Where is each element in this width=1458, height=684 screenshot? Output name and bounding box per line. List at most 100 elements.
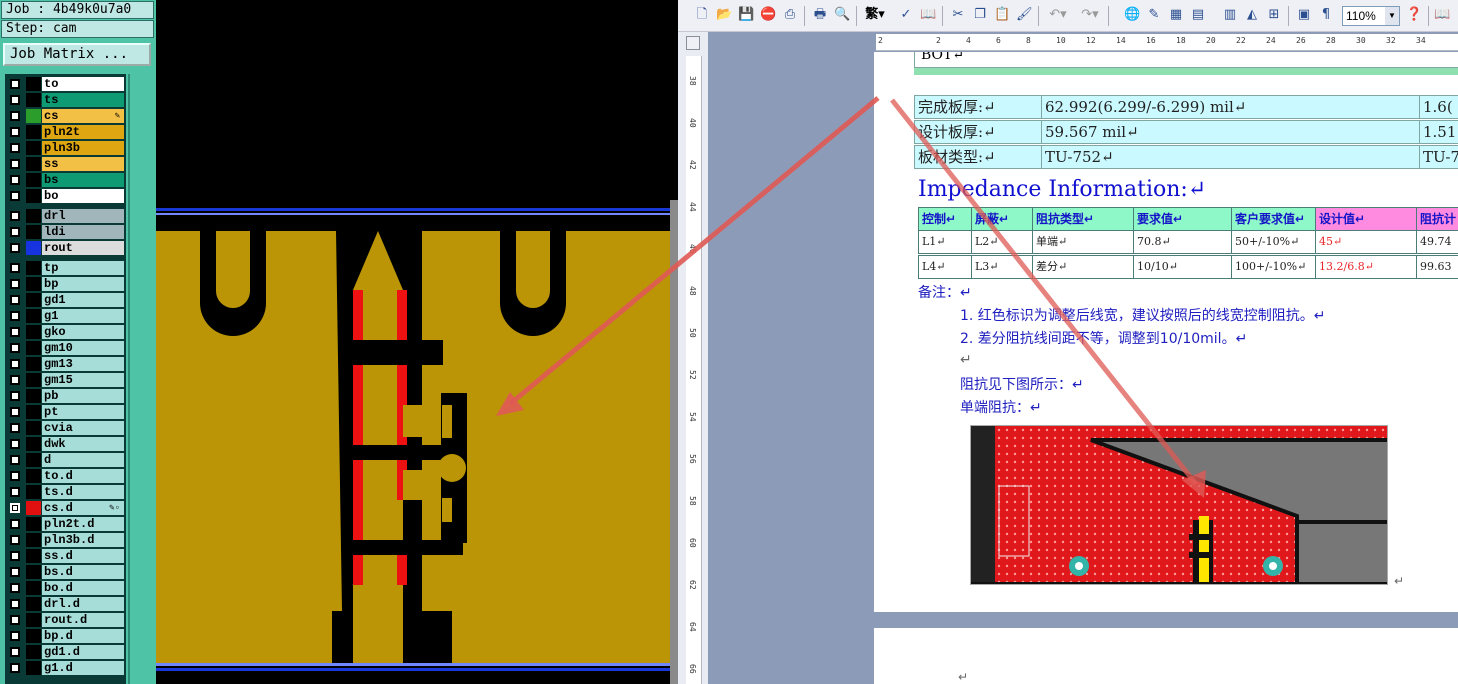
layer-checkbox[interactable]	[10, 391, 20, 401]
layer-row[interactable]: ts.d	[6, 484, 125, 500]
layer-name[interactable]: bs	[42, 173, 124, 187]
layer-color-swatch[interactable]	[26, 189, 41, 203]
simplified-traditional-icon[interactable]: 繁▾	[864, 7, 886, 23]
layer-row[interactable]: pb	[6, 388, 125, 404]
layer-row[interactable]: pln2t.d	[6, 516, 125, 532]
pcb-screenshot-figure[interactable]	[970, 425, 1388, 585]
layer-color-swatch[interactable]	[26, 549, 41, 563]
layer-panel-scroll-strip[interactable]	[128, 74, 154, 684]
insert-excel-icon[interactable]: ▤	[1190, 7, 1206, 23]
layer-color-swatch[interactable]	[26, 77, 41, 91]
layer-checkbox[interactable]	[10, 407, 20, 417]
layer-color-swatch[interactable]	[26, 389, 41, 403]
layer-row[interactable]: ldi	[6, 224, 125, 240]
layer-name[interactable]: dwk	[42, 437, 124, 451]
layer-name[interactable]: gm15	[42, 373, 124, 387]
layer-checkbox[interactable]	[10, 343, 20, 353]
research-icon[interactable]: 📖	[920, 7, 936, 23]
print-preview-icon[interactable]: 🔍	[834, 7, 850, 23]
layer-name[interactable]: rout.d	[42, 613, 124, 627]
layer-name[interactable]: pb	[42, 389, 124, 403]
layer-color-swatch[interactable]	[26, 645, 41, 659]
permission-icon[interactable]: ⛔	[760, 7, 776, 23]
insert-table-icon[interactable]: ▦	[1168, 7, 1184, 23]
layer-row[interactable]: bp.d	[6, 628, 125, 644]
drawing-icon[interactable]: ◭	[1244, 7, 1260, 23]
layer-row[interactable]: bo.d	[6, 580, 125, 596]
vertical-ruler[interactable]: 38 40 42 44 46 48 50 52 54 56 58 60 62 64 66	[686, 56, 702, 684]
layer-name[interactable]: gd1.d	[42, 645, 124, 659]
layer-color-swatch[interactable]	[26, 261, 41, 275]
layer-checkbox[interactable]	[10, 191, 20, 201]
layer-row[interactable]: dwk	[6, 436, 125, 452]
format-painter-icon[interactable]: 🖌	[1016, 7, 1033, 23]
chevron-down-icon[interactable]: ▼	[1385, 7, 1399, 25]
layer-row[interactable]: ts	[6, 92, 125, 108]
layer-checkbox[interactable]	[10, 143, 20, 153]
layer-name[interactable]: cs.d ✎▫	[42, 501, 124, 515]
layer-checkbox[interactable]	[10, 663, 20, 673]
cam-graphics-canvas[interactable]	[156, 0, 678, 684]
layer-color-swatch[interactable]	[26, 517, 41, 531]
layer-color-swatch[interactable]	[26, 141, 41, 155]
layer-name[interactable]: d	[42, 453, 124, 467]
layer-row[interactable]: tp	[6, 260, 125, 276]
layer-color-swatch[interactable]	[26, 453, 41, 467]
layer-color-swatch[interactable]	[26, 629, 41, 643]
layer-name[interactable]: ss.d	[42, 549, 124, 563]
layer-row[interactable]: gko	[6, 324, 125, 340]
layer-color-swatch[interactable]	[26, 225, 41, 239]
layer-row[interactable]: g1	[6, 308, 125, 324]
layer-name[interactable]: bp	[42, 277, 124, 291]
layer-checkbox[interactable]	[10, 227, 20, 237]
layer-checkbox[interactable]	[10, 359, 20, 369]
layer-color-swatch[interactable]	[26, 533, 41, 547]
layer-color-swatch[interactable]	[26, 93, 41, 107]
layer-checkbox[interactable]	[10, 551, 20, 561]
layer-name[interactable]: pln2t.d	[42, 517, 124, 531]
document-page-2[interactable]: ↵	[874, 628, 1458, 684]
layer-color-swatch[interactable]	[26, 357, 41, 371]
layer-color-swatch[interactable]	[26, 581, 41, 595]
layer-name[interactable]: gm10	[42, 341, 124, 355]
layer-checkbox[interactable]	[10, 455, 20, 465]
save-icon[interactable]: 💾	[738, 7, 754, 23]
spell-check-icon[interactable]: ✓	[898, 7, 914, 23]
layer-color-swatch[interactable]	[26, 125, 41, 139]
layer-name[interactable]: gko	[42, 325, 124, 339]
layer-checkbox[interactable]	[10, 127, 20, 137]
layer-row[interactable]: bp	[6, 276, 125, 292]
layer-checkbox[interactable]	[10, 211, 20, 221]
redo-icon[interactable]: ↷▾	[1078, 7, 1102, 23]
layer-checkbox[interactable]	[10, 631, 20, 641]
columns-icon[interactable]: ▥	[1222, 7, 1238, 23]
layer-name[interactable]: bs.d	[42, 565, 124, 579]
layer-checkbox[interactable]	[10, 567, 20, 577]
layer-color-swatch[interactable]	[26, 597, 41, 611]
layer-row[interactable]: pt	[6, 404, 125, 420]
layer-checkbox[interactable]	[10, 243, 20, 253]
layer-checkbox[interactable]	[10, 471, 20, 481]
layer-checkbox[interactable]	[10, 95, 20, 105]
layer-color-swatch[interactable]	[26, 277, 41, 291]
layer-color-swatch[interactable]	[26, 405, 41, 419]
layer-checkbox[interactable]	[10, 439, 20, 449]
layer-name[interactable]: pln2t	[42, 125, 124, 139]
layer-name[interactable]: pln3b	[42, 141, 124, 155]
layer-row[interactable]: cvia	[6, 420, 125, 436]
show-hide-icon[interactable]: ¶	[1318, 7, 1334, 23]
layer-row[interactable]: pln3b	[6, 140, 125, 156]
layer-row[interactable]: pln3b.d	[6, 532, 125, 548]
layer-checkbox[interactable]	[10, 535, 20, 545]
print-preview-lock-icon[interactable]: ⎙	[782, 7, 798, 23]
layer-color-swatch[interactable]	[26, 293, 41, 307]
tab-selector[interactable]	[686, 36, 700, 50]
layer-name[interactable]: gd1	[42, 293, 124, 307]
layer-color-swatch[interactable]	[26, 341, 41, 355]
layer-checkbox[interactable]	[10, 175, 20, 185]
layer-name[interactable]: to.d	[42, 469, 124, 483]
layer-color-swatch[interactable]	[26, 437, 41, 451]
layer-checkbox[interactable]	[10, 519, 20, 529]
layer-checkbox[interactable]	[10, 647, 20, 657]
layer-checkbox[interactable]	[10, 311, 20, 321]
